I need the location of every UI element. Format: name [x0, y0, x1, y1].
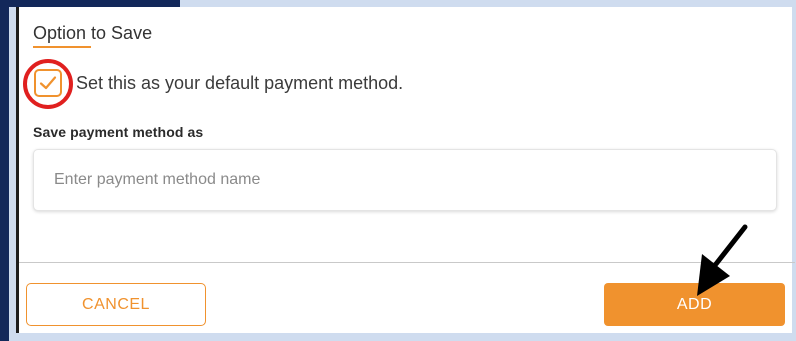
section-title-underline	[33, 46, 91, 48]
save-payment-panel: Option to Save Set this as your default …	[16, 7, 795, 333]
section-title: Option to Save	[33, 23, 153, 43]
footer-divider	[19, 262, 795, 263]
payment-method-name-input[interactable]	[33, 149, 777, 211]
nav-strip-top	[0, 0, 180, 7]
add-button[interactable]: ADD	[604, 283, 785, 326]
default-payment-label[interactable]: Set this as your default payment method.	[76, 73, 403, 94]
cancel-button[interactable]: CANCEL	[26, 283, 206, 326]
save-as-label: Save payment method as	[33, 124, 204, 140]
nav-strip	[0, 0, 9, 341]
annotation-circle	[23, 59, 73, 109]
